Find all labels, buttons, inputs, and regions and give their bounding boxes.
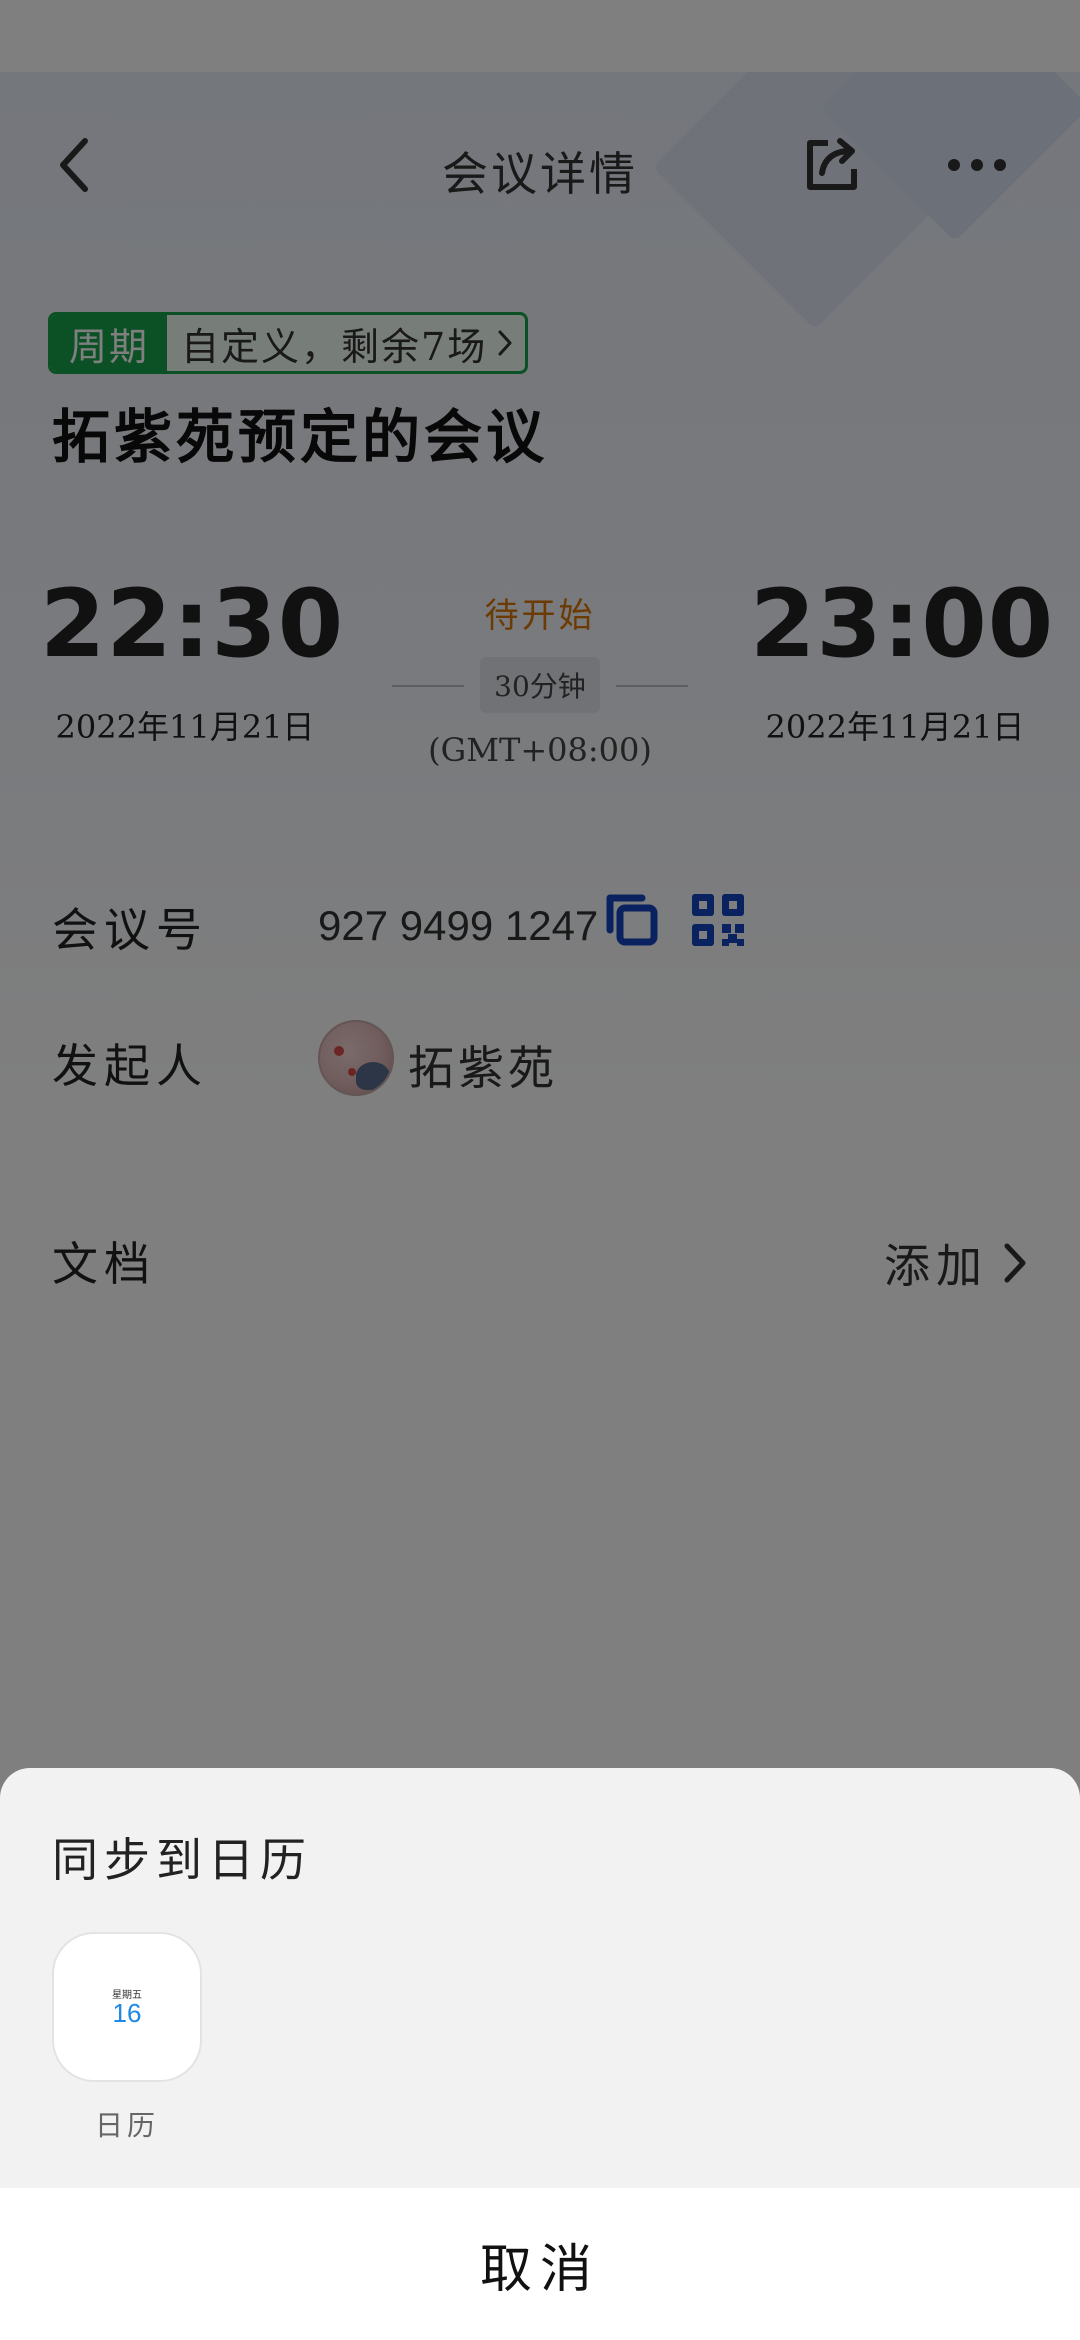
cancel-button[interactable]: 取消 xyxy=(0,2188,1080,2340)
calendar-icon-day: 16 xyxy=(112,1998,142,2028)
calendar-app-label: 日历 xyxy=(94,2109,159,2142)
sheet-title: 同步到日历 xyxy=(52,1833,312,1887)
calendar-icon: 星期五 16 xyxy=(52,1932,202,2082)
sync-calendar-sheet: 同步到日历 星期五 16 日历 取消 xyxy=(0,1768,1080,2340)
calendar-app-option[interactable]: 星期五 16 日历 xyxy=(52,1932,202,2144)
cancel-label: 取消 xyxy=(479,2239,600,2300)
